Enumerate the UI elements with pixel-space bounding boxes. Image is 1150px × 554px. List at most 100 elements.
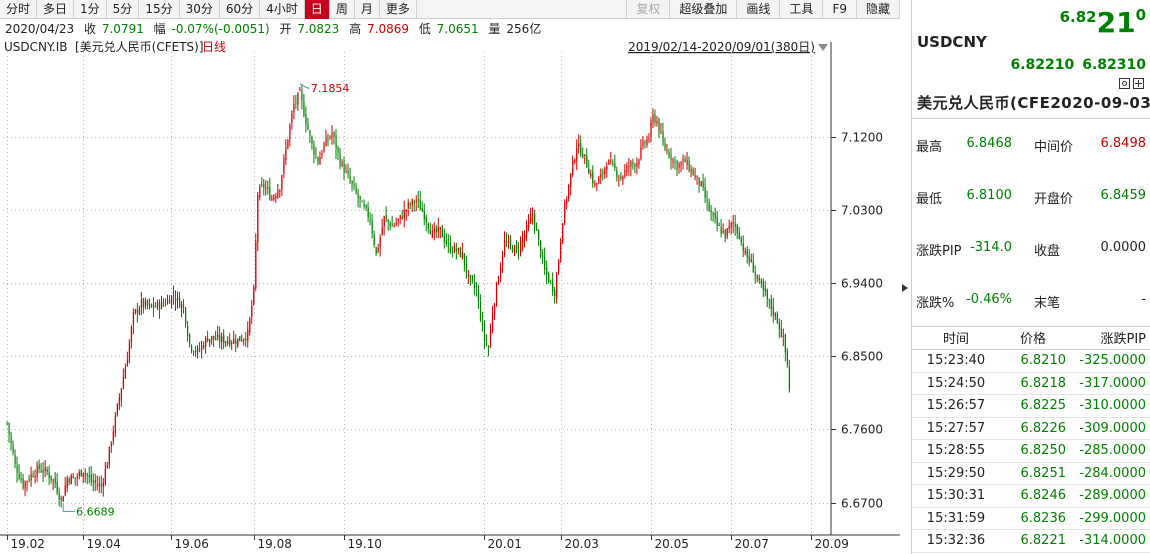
candle-body (283, 158, 285, 174)
period-tab[interactable]: 更多 (380, 0, 417, 19)
candle-body (393, 225, 395, 227)
candle (596, 182, 598, 192)
candle-body (598, 178, 600, 184)
candle (469, 274, 472, 286)
trade-pip: -289.0000 (1079, 488, 1146, 503)
candle (600, 168, 602, 185)
candle (311, 135, 313, 150)
candle-body (6, 422, 8, 424)
toolbar-button[interactable]: 复权 (627, 0, 671, 19)
period-tab[interactable]: 30分 (180, 0, 220, 19)
toolbar-button[interactable]: 超级叠加 (670, 0, 738, 19)
candle-body (24, 481, 26, 489)
trade-row: 15:32:36 6.8221 -314.0000 (912, 530, 1150, 553)
candle-body (102, 482, 104, 487)
trade-time: 15:32:36 (926, 533, 986, 548)
candle (142, 297, 145, 314)
candle-body (329, 136, 331, 138)
period-tab[interactable]: 日 (304, 0, 330, 19)
period-tab[interactable]: 周 (330, 0, 355, 19)
period-tab[interactable]: 15分 (139, 0, 180, 19)
collapse-panel-icon[interactable] (901, 283, 909, 293)
candle-body (776, 313, 779, 324)
last-price-small-digit: 0 (1135, 6, 1146, 24)
candle-body (479, 301, 482, 320)
period-tab[interactable]: 月 (355, 0, 380, 19)
candle-body (96, 484, 98, 486)
toolbar-button[interactable]: 画线 (737, 0, 781, 19)
header-time: 时间 (942, 332, 969, 347)
toolbar-button[interactable]: F9 (823, 0, 857, 19)
candle (455, 242, 458, 260)
candle-body (618, 177, 620, 179)
candle (590, 169, 592, 179)
period-tab[interactable]: 60分 (220, 0, 261, 19)
candle (86, 472, 88, 485)
candle (411, 198, 413, 212)
candle-body (339, 153, 341, 167)
candle-body (676, 160, 678, 170)
candle (98, 476, 100, 494)
candle-body (736, 225, 738, 234)
candle-body (361, 201, 363, 203)
candle-body (762, 281, 764, 290)
candle (104, 461, 106, 486)
candle-body (489, 329, 492, 348)
trades-list: 时间 价格 涨跌PIP 15:23:40 6.8210 -325.0000 15:24… (912, 330, 1150, 553)
candle (183, 299, 185, 314)
candle (160, 295, 163, 310)
candle (140, 291, 143, 316)
candle (602, 168, 604, 181)
candle (166, 294, 169, 305)
candle (108, 446, 111, 469)
candle (38, 459, 40, 474)
candle (189, 333, 191, 348)
candle-body (526, 224, 528, 235)
chart-date-range[interactable]: 2019/02/14-2020/09/01(380日) (628, 40, 815, 54)
candle-body (367, 207, 369, 218)
period-tab[interactable]: 分时 (0, 0, 38, 19)
period-tab[interactable]: 5分 (107, 0, 140, 19)
candle (120, 387, 123, 407)
toolbar-button[interactable]: 隐藏 (857, 0, 900, 19)
candle-body (574, 159, 576, 163)
candle-body (708, 202, 710, 212)
trade-pip: -325.0000 (1079, 353, 1146, 368)
candle (674, 156, 676, 170)
candle-body (397, 219, 399, 221)
chart-canvas[interactable]: USDCNY.IB [美元兑人民币(CFETS)]日线 2019/02/14-202… (0, 38, 900, 554)
candle (644, 139, 646, 149)
candle (118, 393, 121, 411)
candle (473, 273, 476, 296)
candle (128, 339, 131, 364)
candle (70, 473, 72, 485)
candle (479, 294, 482, 322)
candle-body (524, 234, 526, 240)
y-tick-label: 6.8500 (841, 350, 883, 364)
candle (351, 180, 353, 192)
candlestick-chart[interactable]: USDCNY.IB [美元兑人民币(CFETS)] 日线 2019/02/14-202… (0, 38, 900, 554)
candle-body (612, 163, 614, 165)
candle (652, 108, 654, 129)
dropdown-icon[interactable] (818, 44, 828, 51)
candle-body (100, 484, 102, 487)
candle-body (467, 274, 470, 276)
candle (610, 151, 612, 165)
candle-body (570, 173, 572, 187)
add-watchlist-icon[interactable] (1133, 78, 1144, 89)
stat-value: 6.8459 (1100, 188, 1147, 203)
candle (728, 219, 730, 234)
period-tab[interactable]: 多日 (37, 0, 75, 19)
period-tab[interactable]: 1分 (74, 0, 107, 19)
candle-body (469, 274, 472, 278)
contract-info-icon[interactable] (1119, 78, 1130, 89)
low-label: 低 (418, 22, 431, 36)
period-tab[interactable]: 4小时 (260, 0, 305, 19)
toolbar-button[interactable]: 工具 (780, 0, 824, 19)
candle (750, 253, 752, 263)
candle (225, 340, 227, 348)
candle (14, 449, 16, 469)
trade-row: 15:26:57 6.8225 -310.0000 (912, 395, 1150, 418)
candle-body (686, 159, 688, 165)
trade-price: 6.8218 (1020, 375, 1067, 391)
